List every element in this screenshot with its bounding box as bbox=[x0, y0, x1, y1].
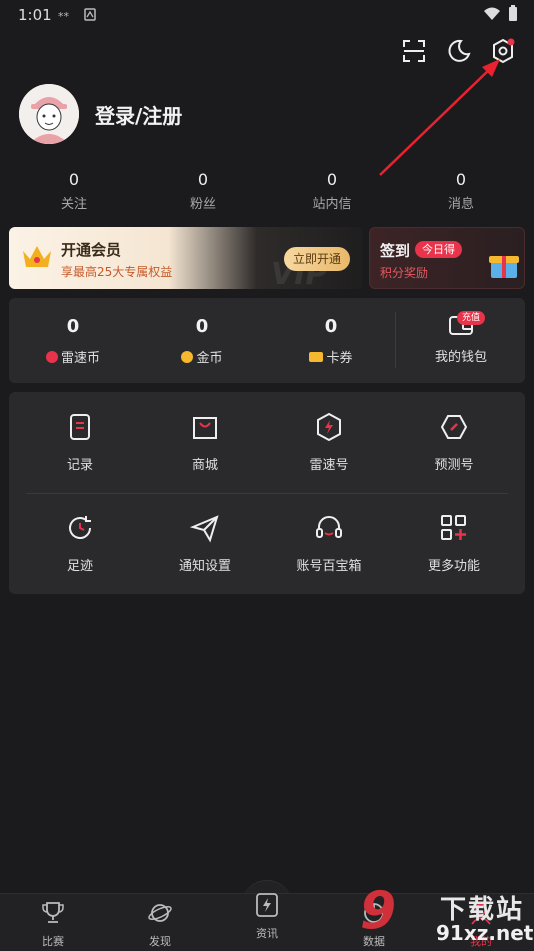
trophy-icon bbox=[42, 902, 64, 923]
stat-following-value: 0 bbox=[68, 170, 80, 189]
stat-inbox[interactable]: 0 站内信 bbox=[277, 170, 387, 212]
vip-title: 开通会员 bbox=[61, 241, 122, 259]
stat-following-label: 关注 bbox=[60, 197, 87, 212]
leisu-coin-label: 雷速币 bbox=[60, 351, 100, 366]
vip-card[interactable]: 开通会员 享最高25大专属权益 VIP 立即开通 bbox=[9, 227, 363, 289]
grid-item-prediction[interactable]: 预测号 bbox=[394, 412, 514, 473]
signin-subtitle: 积分奖励 bbox=[380, 266, 429, 280]
history-clock-icon bbox=[69, 516, 91, 539]
grid-item-label: 雷速号 bbox=[309, 458, 349, 473]
leisu-account-icon bbox=[317, 412, 341, 442]
gold-coin-value: 0 bbox=[195, 316, 209, 337]
signin-title: 签到 bbox=[380, 242, 411, 260]
grid-item-label: 商城 bbox=[191, 458, 218, 473]
grid-item-label: 更多功能 bbox=[427, 559, 480, 574]
grid-item-record[interactable]: 记录 bbox=[20, 412, 140, 473]
signin-badge: 今日得 bbox=[415, 241, 462, 258]
site-watermark: 9 下载站 91xz.net bbox=[360, 881, 534, 950]
grid-item-label: 记录 bbox=[66, 458, 93, 473]
leisu-coin-value: 0 bbox=[66, 316, 80, 337]
notification-icon: ** bbox=[58, 10, 70, 21]
stat-messages-value: 0 bbox=[455, 170, 467, 189]
headset-icon bbox=[316, 516, 342, 538]
nav-tab-label: 资讯 bbox=[256, 927, 278, 940]
grid-item-label: 足迹 bbox=[66, 559, 93, 574]
stat-fans-value: 0 bbox=[197, 170, 209, 189]
grid-item-label: 通知设置 bbox=[178, 559, 231, 574]
stat-fans[interactable]: 0 粉丝 bbox=[148, 170, 258, 212]
signin-card[interactable]: 签到 今日得 积分奖励 bbox=[369, 227, 525, 289]
stat-fans-label: 粉丝 bbox=[189, 197, 216, 212]
more-grid-icon bbox=[441, 515, 466, 540]
wallet-leisu-coin[interactable]: 0 雷速币 bbox=[13, 316, 133, 366]
grid-item-shop[interactable]: 商城 bbox=[145, 412, 265, 473]
paper-plane-icon bbox=[189, 515, 219, 543]
coupon-value: 0 bbox=[324, 316, 338, 337]
shop-bag-icon bbox=[193, 417, 217, 439]
wifi-icon bbox=[484, 7, 500, 20]
lightning-doc-icon bbox=[256, 893, 278, 917]
gold-coin-label: 金币 bbox=[196, 351, 223, 366]
vip-subtitle: 享最高25大专属权益 bbox=[61, 265, 173, 279]
default-avatar-icon bbox=[19, 84, 79, 144]
my-wallet-label: 我的钱包 bbox=[434, 350, 487, 365]
gold-coin-icon bbox=[181, 350, 194, 363]
coupon-label: 卡券 bbox=[326, 351, 353, 366]
crown-icon bbox=[23, 246, 51, 267]
open-vip-button[interactable]: 立即开通 bbox=[284, 247, 350, 271]
status-bar: 1:01 ** bbox=[0, 0, 534, 30]
grid-divider bbox=[26, 493, 508, 494]
watermark-number: 9 bbox=[360, 881, 397, 941]
recharge-badge: 充值 bbox=[457, 311, 486, 325]
app-notification-icon bbox=[84, 8, 96, 21]
grid-item-leisu-account[interactable]: 雷速号 bbox=[269, 412, 389, 473]
nav-tab-label: 发现 bbox=[149, 935, 171, 948]
grid-item-label: 账号百宝箱 bbox=[296, 559, 362, 574]
prediction-icon bbox=[440, 415, 468, 439]
stat-following[interactable]: 0 关注 bbox=[19, 170, 129, 212]
stat-inbox-label: 站内信 bbox=[312, 197, 352, 212]
nav-tab-discover[interactable]: 发现 bbox=[120, 900, 200, 949]
svg-text:**: ** bbox=[58, 10, 70, 21]
coupon-icon bbox=[309, 351, 324, 362]
gift-box-icon bbox=[489, 256, 519, 278]
grid-item-label: 预测号 bbox=[434, 458, 474, 473]
stat-messages-label: 消息 bbox=[447, 197, 474, 212]
nav-tab-label: 比赛 bbox=[42, 935, 64, 948]
wallet-divider bbox=[395, 312, 396, 368]
wallet-coupon[interactable]: 0 卡券 bbox=[271, 316, 391, 366]
planet-icon bbox=[148, 904, 172, 922]
annotation-arrow bbox=[379, 59, 500, 176]
avatar[interactable] bbox=[19, 84, 79, 144]
stat-inbox-value: 0 bbox=[326, 170, 338, 189]
grid-item-account-toolbox[interactable]: 账号百宝箱 bbox=[269, 513, 389, 574]
nav-tab-matches[interactable]: 比赛 bbox=[13, 900, 93, 949]
grid-item-more-features[interactable]: 更多功能 bbox=[394, 513, 514, 574]
record-icon bbox=[70, 414, 90, 440]
stat-messages[interactable]: 0 消息 bbox=[406, 170, 516, 212]
grid-item-notification-settings[interactable]: 通知设置 bbox=[145, 513, 265, 574]
watermark-domain: 91xz.net bbox=[436, 921, 534, 945]
login-register-link[interactable]: 登录/注册 bbox=[95, 100, 182, 129]
leisu-coin-icon bbox=[45, 350, 58, 363]
grid-item-history[interactable]: 足迹 bbox=[20, 513, 140, 574]
status-time: 1:01 bbox=[18, 6, 52, 24]
nav-tab-news[interactable]: 资讯 bbox=[227, 892, 307, 941]
wallet-gold-coin[interactable]: 0 金币 bbox=[142, 316, 262, 366]
battery-icon bbox=[509, 5, 517, 21]
